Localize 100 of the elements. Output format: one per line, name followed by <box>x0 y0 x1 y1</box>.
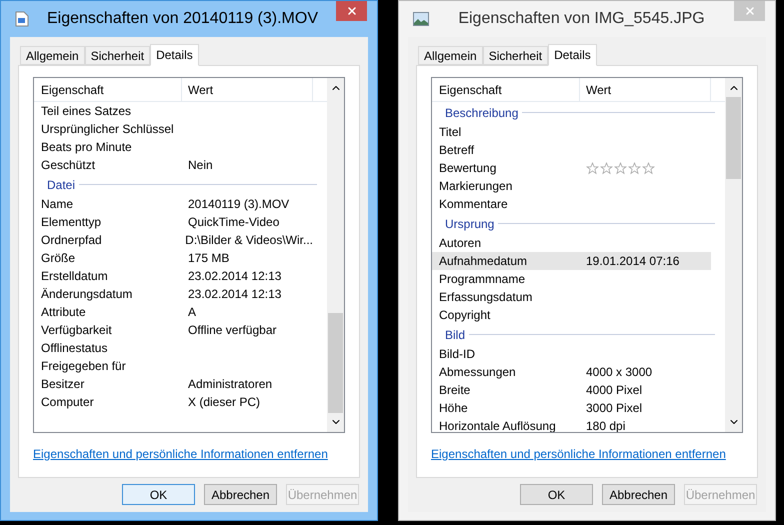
tab[interactable]: Allgemein <box>20 46 85 65</box>
property-row[interactable]: Attribute A <box>34 303 313 321</box>
column-header[interactable]: Wert <box>580 78 711 102</box>
property-value: Nein <box>187 157 213 174</box>
close-button[interactable] <box>336 1 367 21</box>
tab[interactable]: Allgemein <box>418 46 483 65</box>
property-row[interactable]: Autoren <box>432 234 711 252</box>
group-header[interactable]: Beschreibung <box>432 102 725 123</box>
property-row[interactable]: Breite 4000 Pixel <box>432 381 711 399</box>
property-name: Freigegeben für <box>40 358 127 375</box>
property-value: Administratoren <box>187 376 272 393</box>
property-row[interactable]: Freigegeben für <box>34 357 313 375</box>
property-name: Titel <box>438 124 462 141</box>
property-value: D:\Bilder & Videos\Wir... <box>184 232 313 249</box>
property-name: Programmname <box>438 271 526 288</box>
property-row[interactable]: Teil eines Satzes <box>34 102 313 120</box>
property-value: X (dieser PC) <box>187 394 260 411</box>
column-header[interactable]: Eigenschaft <box>34 78 182 102</box>
property-name: Höhe <box>438 400 469 417</box>
property-row[interactable]: Elementtyp QuickTime-Video <box>34 213 313 231</box>
property-row[interactable]: Offlinestatus <box>34 339 313 357</box>
property-name: Bild-ID <box>438 346 476 363</box>
group-label: Beschreibung <box>445 104 518 122</box>
property-row[interactable]: Beats pro Minute <box>34 138 313 156</box>
property-value: 23.02.2014 12:13 <box>187 286 282 303</box>
property-name: Größe <box>40 250 76 267</box>
group-label: Bild <box>445 326 466 344</box>
property-name: Bewertung <box>438 160 498 177</box>
property-row[interactable]: Ursprünglicher Schlüssel <box>34 120 313 138</box>
window-title: Eigenschaften von 20140119 (3).MOV <box>46 9 319 29</box>
tab[interactable]: Sicherheit <box>84 46 150 65</box>
scrollbar-thumb[interactable] <box>726 97 741 179</box>
property-row[interactable]: Aufnahmedatum 19.01.2014 07:16 <box>432 252 711 270</box>
property-value: Offline verfügbar <box>187 322 276 339</box>
star-icon[interactable] <box>642 162 655 174</box>
property-row[interactable]: Betreff <box>432 141 711 159</box>
property-name: Ursprünglicher Schlüssel <box>40 121 175 138</box>
property-value: A <box>187 304 196 321</box>
property-value: 19.01.2014 07:16 <box>585 253 680 270</box>
star-icon[interactable] <box>600 162 613 174</box>
property-row[interactable]: Ordnerpfad D:\Bilder & Videos\Wir... <box>34 231 313 249</box>
property-row[interactable]: Höhe 3000 Pixel <box>432 399 711 417</box>
group-header[interactable]: Ursprung <box>432 213 725 234</box>
property-row[interactable]: Bewertung <box>432 159 711 177</box>
property-row[interactable]: Computer X (dieser PC) <box>34 393 313 411</box>
property-name: Erfassungsdatum <box>438 289 534 306</box>
property-name: Offlinestatus <box>40 340 108 357</box>
close-icon <box>744 5 756 17</box>
dialog-button[interactable]: OK <box>520 484 593 505</box>
property-value: 3000 Pixel <box>585 400 642 417</box>
property-row[interactable]: Bild-ID <box>432 345 711 363</box>
star-icon[interactable] <box>614 162 627 174</box>
group-header[interactable]: Datei <box>34 174 327 195</box>
property-row[interactable]: Copyright <box>432 306 711 324</box>
property-name: Kommentare <box>438 196 509 213</box>
property-row[interactable]: Programmname <box>432 270 711 288</box>
property-row[interactable]: Besitzer Administratoren <box>34 375 313 393</box>
property-name: Beats pro Minute <box>40 139 133 156</box>
group-header[interactable]: Bild <box>432 324 725 345</box>
video-file-icon <box>15 11 29 27</box>
property-row[interactable]: Erfassungsdatum <box>432 288 711 306</box>
group-label: Ursprung <box>445 216 494 232</box>
dialog-button[interactable]: Abbrechen <box>204 484 277 505</box>
property-name: Änderungsdatum <box>40 286 134 303</box>
property-row[interactable]: Name 20140119 (3).MOV <box>34 195 313 213</box>
property-row[interactable]: Kommentare <box>432 195 711 213</box>
dialog-button[interactable]: OK <box>122 484 195 505</box>
column-header[interactable]: Eigenschaft <box>432 78 580 102</box>
remove-properties-link[interactable]: Eigenschaften und persönliche Informationen entfernen <box>431 445 726 463</box>
dialog-button[interactable]: Abbrechen <box>602 484 675 505</box>
property-name: Geschützt <box>40 157 96 174</box>
tab[interactable]: Sicherheit <box>482 46 548 65</box>
property-name: Name <box>40 196 74 213</box>
property-name: Autoren <box>438 235 482 252</box>
property-row[interactable]: Titel <box>432 123 711 141</box>
star-icon[interactable] <box>628 162 641 174</box>
tab[interactable]: Details <box>548 44 597 66</box>
column-header[interactable]: Wert <box>182 78 313 102</box>
tab[interactable]: Details <box>150 44 199 66</box>
property-row[interactable]: Erstelldatum 23.02.2014 12:13 <box>34 267 313 285</box>
remove-properties-link[interactable]: Eigenschaften und persönliche Informationen entfernen <box>33 445 328 463</box>
property-name: Ordnerpfad <box>40 232 103 249</box>
star-icon[interactable] <box>586 162 599 174</box>
property-value: 20140119 (3).MOV <box>187 196 290 213</box>
property-value: 23.02.2014 12:13 <box>187 268 282 285</box>
property-row[interactable]: Geschützt Nein <box>34 156 313 174</box>
property-row[interactable]: Verfügbarkeit Offline verfügbar <box>34 321 313 339</box>
property-name: Besitzer <box>40 376 86 393</box>
property-name: Elementtyp <box>40 214 102 231</box>
property-name: Markierungen <box>438 178 514 195</box>
property-name: Betreff <box>438 142 476 159</box>
property-value: 4000 x 3000 <box>585 364 652 381</box>
scrollbar-thumb[interactable] <box>328 313 343 413</box>
property-row[interactable]: Änderungsdatum 23.02.2014 12:13 <box>34 285 313 303</box>
property-row[interactable]: Markierungen <box>432 177 711 195</box>
image-file-icon <box>413 12 429 26</box>
property-name: Breite <box>438 382 472 399</box>
property-row[interactable]: Größe 175 MB <box>34 249 313 267</box>
property-name: Aufnahmedatum <box>438 253 528 270</box>
property-row[interactable]: Abmessungen 4000 x 3000 <box>432 363 711 381</box>
